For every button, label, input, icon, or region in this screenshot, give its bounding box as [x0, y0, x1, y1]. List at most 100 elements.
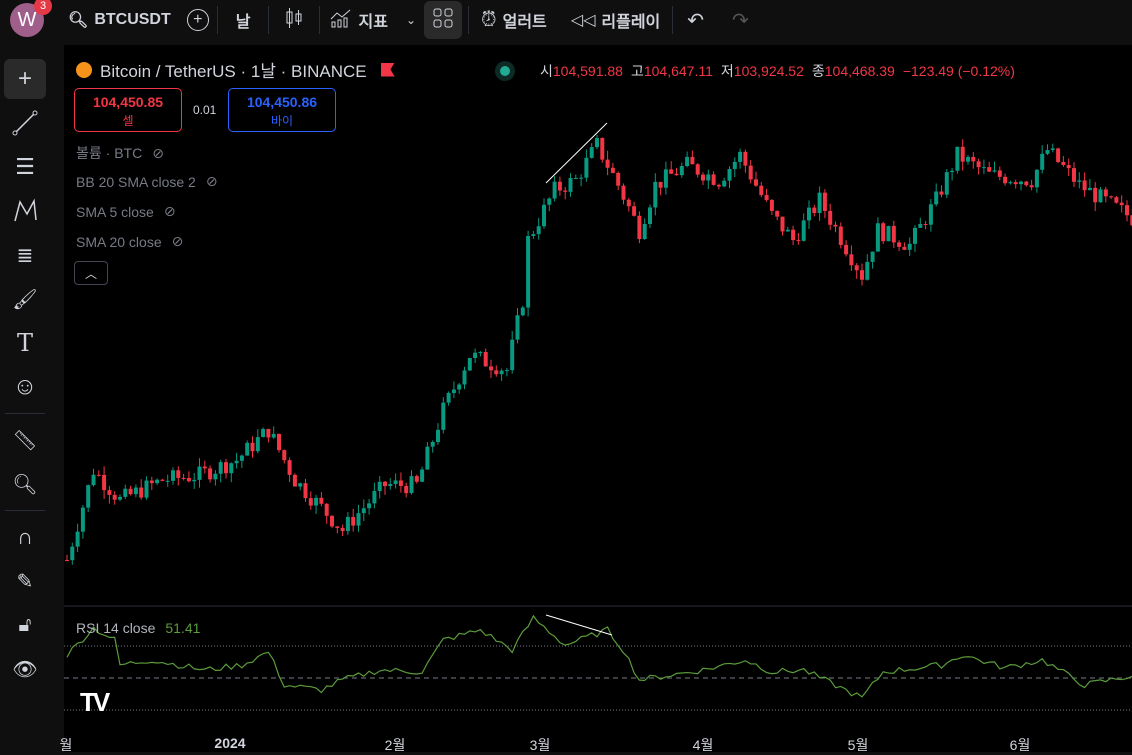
candle: [764, 195, 769, 200]
brush-icon: 🖌︎: [12, 288, 38, 311]
crosshair-tool[interactable]: +: [4, 59, 46, 99]
indicators-button[interactable]: 지표: [320, 0, 397, 40]
trendline-tool[interactable]: [4, 103, 46, 143]
eye-off-icon[interactable]: ⊘: [206, 173, 218, 190]
candle: [70, 546, 75, 561]
candle: [425, 446, 430, 470]
indicator-sma20[interactable]: SMA 20 close ⊘: [76, 233, 183, 250]
candle: [748, 165, 753, 180]
candle: [711, 174, 716, 185]
ohlc-values: 시104,591.88 고104,647.11 저103,924.52 종104…: [500, 61, 1015, 81]
collapse-legend-button[interactable]: ︿: [74, 261, 108, 285]
smiley-icon: ☺︎: [12, 373, 38, 400]
flag-icon[interactable]: [380, 62, 395, 77]
candle: [844, 244, 849, 255]
measure-tool[interactable]: 📏︎: [4, 420, 46, 460]
replay-button[interactable]: ◁◁ 리플레이: [559, 0, 673, 40]
candle: [1029, 185, 1034, 188]
chart-area[interactable]: Bitcoin / TetherUS · 1날 · BINANCE 시104,5…: [60, 45, 1132, 753]
chart-canvas[interactable]: [64, 45, 1132, 752]
candle: [743, 151, 748, 166]
candle: [1061, 161, 1066, 166]
candle: [769, 199, 774, 211]
symbol-search-button[interactable]: 🔍︎ BTCUSDT: [60, 0, 179, 40]
candle: [504, 370, 509, 372]
candle: [822, 192, 827, 211]
candle: [716, 184, 721, 187]
candle: [96, 474, 101, 476]
sell-button[interactable]: 104,450.85 셀: [74, 88, 182, 132]
chart-type-button[interactable]: [269, 0, 319, 40]
candle: [277, 433, 281, 451]
divider: [5, 413, 45, 414]
redo-button[interactable]: ↷: [718, 0, 763, 40]
alert-button[interactable]: ⏰︎ 얼러트: [469, 0, 559, 40]
top-toolbar: W3 🔍︎ BTCUSDT + 날 지표 ⌄ ⏰︎ 얼러트 ◁◁ 리플레이 ↶ ↷: [0, 0, 1132, 40]
candle: [255, 437, 260, 452]
candle: [473, 352, 478, 359]
fib-tool[interactable]: ≣: [4, 235, 46, 275]
text-tool[interactable]: T: [4, 323, 46, 363]
zoom-tool[interactable]: 🔍︎: [4, 464, 46, 504]
candle: [340, 527, 345, 532]
candle: [865, 261, 870, 280]
candle: [1056, 148, 1061, 162]
notification-badge: 3: [34, 0, 52, 15]
eye-off-icon[interactable]: ⊘: [164, 203, 176, 220]
magnet-tool[interactable]: ∩: [4, 517, 46, 557]
user-avatar[interactable]: W3: [10, 0, 52, 37]
ruler-icon: 📏︎: [12, 429, 38, 452]
candle: [107, 490, 112, 495]
candle: [133, 487, 138, 495]
candle: [701, 174, 705, 181]
undo-button[interactable]: ↶: [673, 0, 718, 40]
market-status-icon[interactable]: [500, 66, 510, 76]
candle: [579, 177, 584, 179]
search-icon: 🔍︎: [68, 12, 89, 29]
interval-button[interactable]: 날: [218, 0, 269, 40]
emoji-tool[interactable]: ☺︎: [4, 367, 46, 407]
rsi-legend[interactable]: RSI 14 close 51.41: [76, 620, 200, 636]
alarm-clock-icon: ⏰︎: [481, 8, 497, 31]
compare-symbol-button[interactable]: +: [179, 0, 217, 40]
lines-tool[interactable]: ☰: [4, 147, 46, 187]
candle: [928, 204, 933, 225]
layout-button[interactable]: [424, 1, 462, 39]
candle: [679, 166, 684, 176]
candle: [886, 225, 891, 242]
indicator-bb[interactable]: BB 20 SMA close 2 ⊘: [76, 173, 218, 190]
candle: [695, 164, 700, 175]
candle: [1098, 189, 1103, 203]
indicators-dropdown[interactable]: ⌄: [398, 0, 424, 40]
close-value: 104,468.39: [824, 63, 895, 79]
tradingview-logo[interactable]: TV: [80, 687, 110, 718]
indicator-volume[interactable]: 볼륨 · BTC ⊘: [76, 143, 164, 163]
candle: [287, 460, 292, 475]
candle: [1003, 176, 1008, 184]
candle: [197, 466, 202, 480]
patterns-tool[interactable]: [4, 191, 46, 231]
candle: [351, 516, 356, 526]
pencil-lock-icon: ✎: [16, 570, 34, 593]
eye-off-icon[interactable]: ⊘: [152, 145, 164, 162]
candle: [685, 156, 690, 167]
lock-drawings-tool[interactable]: ✎: [4, 561, 46, 601]
candle: [1019, 181, 1023, 185]
candle: [139, 487, 144, 498]
candle: [510, 339, 515, 371]
candle: [621, 185, 626, 200]
lock-all-tool[interactable]: 🔓︎: [4, 605, 46, 645]
hide-tool[interactable]: 👁︎: [4, 649, 46, 689]
candle: [610, 167, 615, 173]
buy-button[interactable]: 104,450.86 바이: [228, 88, 336, 132]
candle: [669, 169, 674, 174]
indicator-sma5[interactable]: SMA 5 close ⊘: [76, 203, 176, 220]
magnet-icon: ∩: [17, 524, 33, 549]
divider: [5, 510, 45, 511]
candle: [181, 477, 186, 479]
eye-off-icon[interactable]: ⊘: [172, 233, 184, 250]
symbol-legend: Bitcoin / TetherUS · 1날 · BINANCE: [76, 57, 395, 82]
symbol-title[interactable]: Bitcoin / TetherUS · 1날 · BINANCE: [100, 57, 367, 82]
candle: [213, 473, 218, 480]
brush-tool[interactable]: 🖌︎: [4, 279, 46, 319]
